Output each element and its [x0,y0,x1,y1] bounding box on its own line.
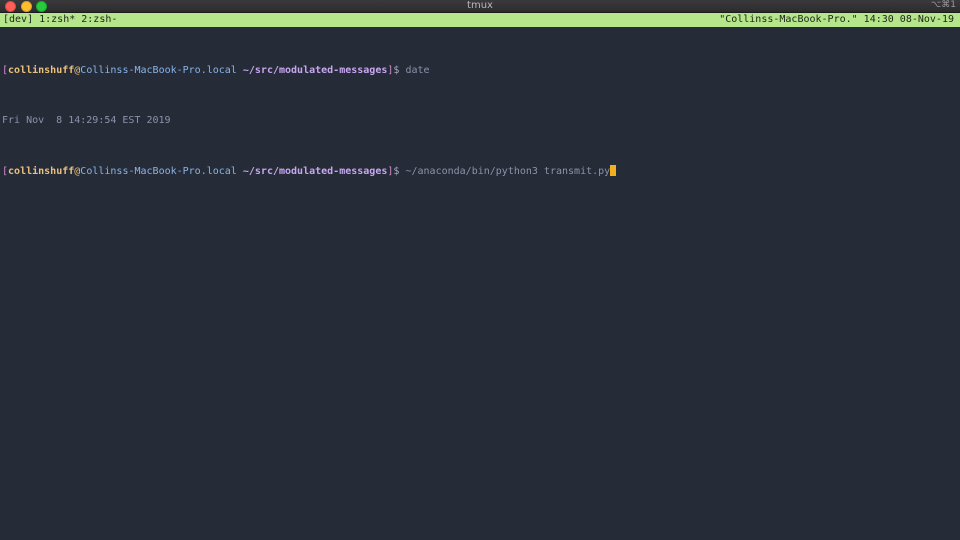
window-shortcut-label: ⌥⌘1 [930,0,956,10]
prompt-user: collinshuff [8,64,75,76]
title-bar: tmux ⌥⌘1 [0,0,960,13]
tmux-status-host-time: "Collinss-MacBook-Pro." 14:30 08-Nov-19 [719,14,954,25]
window-title: tmux [467,0,493,11]
tmux-session-windows[interactable]: [dev] 1:zsh* 2:zsh- [3,13,117,27]
command-text: ~/anaconda/bin/python3 transmit.py [405,165,611,177]
prompt-symbol: $ [393,165,400,177]
prompt-path: ~/src/modulated-messages [242,165,388,177]
prompt-line: [collinshuff@Collinss-MacBook-Pro.local … [0,164,960,178]
command-text: date [405,64,430,76]
prompt-symbol: $ [393,64,400,76]
prompt-host: Collinss-MacBook-Pro.local [80,64,237,76]
prompt-line: [collinshuff@Collinss-MacBook-Pro.local … [0,65,960,78]
tmux-status-bar: [dev] 1:zsh* 2:zsh- "Collinss-MacBook-Pr… [0,13,960,27]
prompt-user: collinshuff [8,165,75,177]
prompt-host: Collinss-MacBook-Pro.local [80,165,237,177]
prompt-path: ~/src/modulated-messages [242,64,388,76]
command-output: Fri Nov 8 14:29:54 EST 2019 [2,114,171,126]
output-line: Fri Nov 8 14:29:54 EST 2019 [0,115,960,128]
terminal-pane[interactable]: [collinshuff@Collinss-MacBook-Pro.local … [0,27,960,540]
terminal-window: tmux ⌥⌘1 [dev] 1:zsh* 2:zsh- "Collinss-M… [0,0,960,540]
text-cursor [610,164,617,176]
